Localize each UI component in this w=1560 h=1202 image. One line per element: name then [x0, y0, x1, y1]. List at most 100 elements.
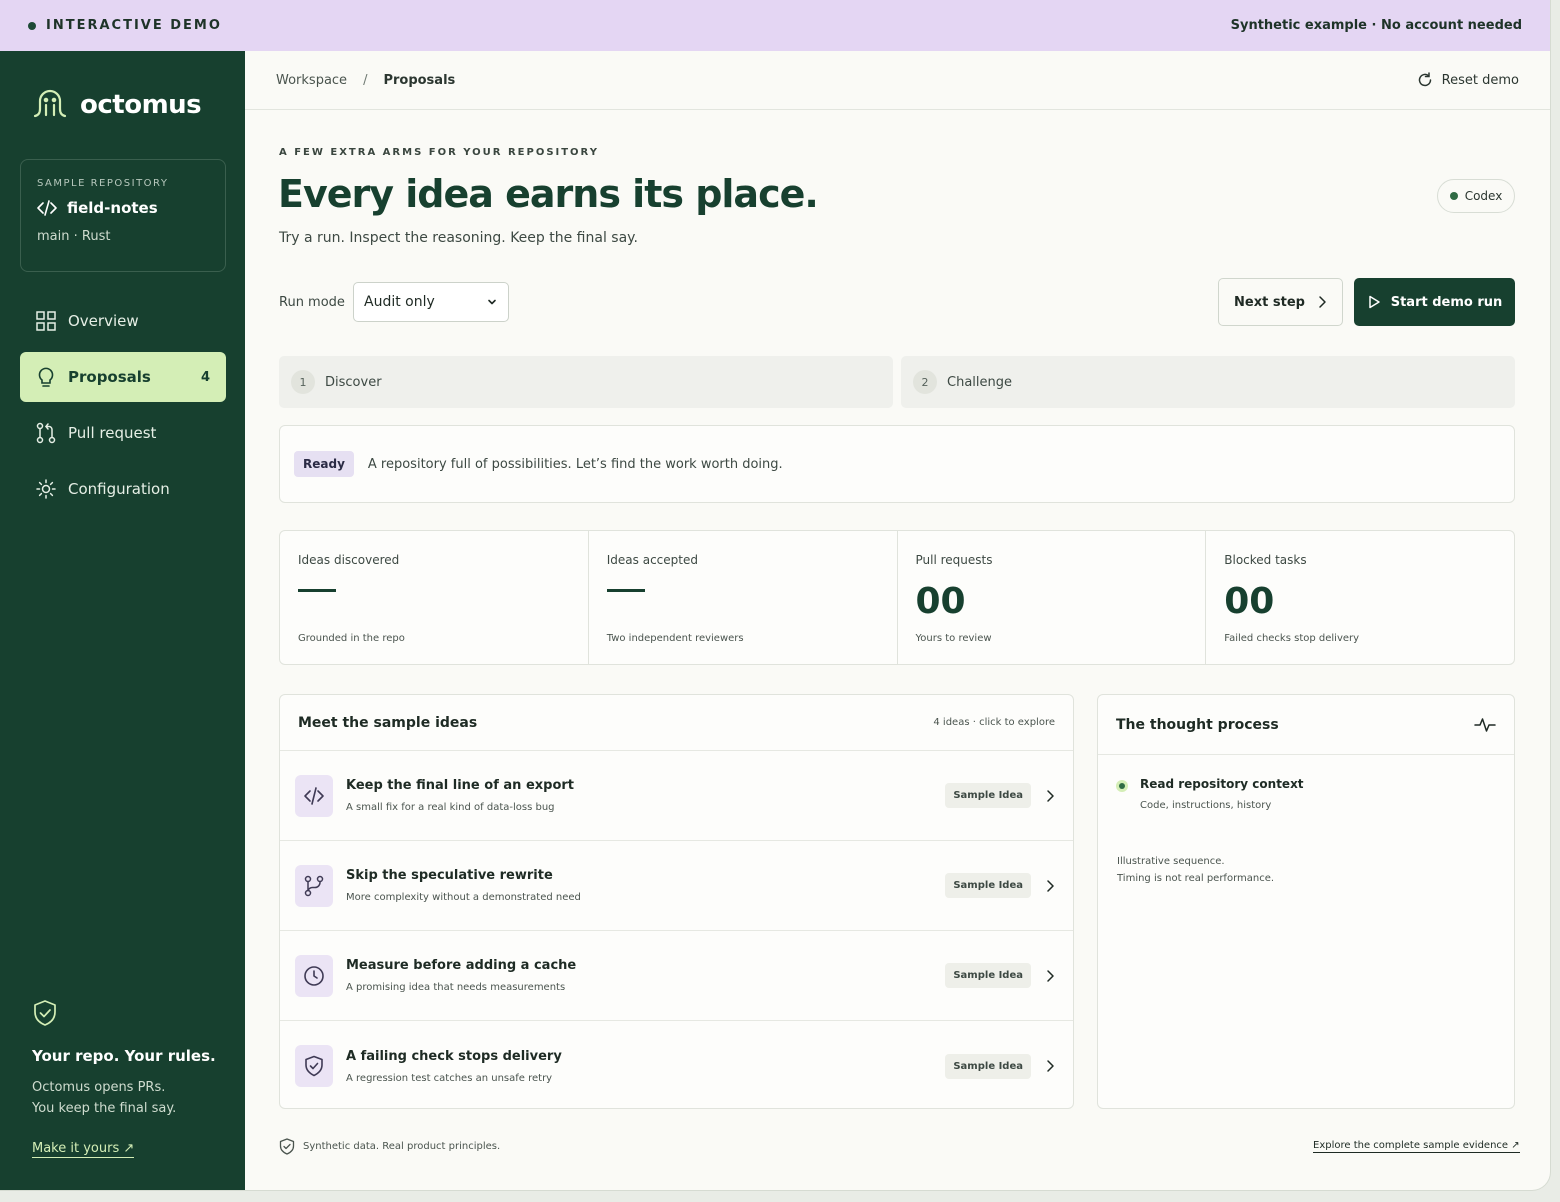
idea-title: Keep the final line of an export — [346, 778, 575, 793]
run-mode-value: Audit only — [364, 294, 435, 310]
explore-evidence-link[interactable]: Explore the complete sample evidence ↗ — [1313, 1140, 1520, 1153]
idea-row[interactable]: Keep the final line of an export A small… — [280, 751, 1073, 841]
sample-ideas-panel: Meet the sample ideas 4 ideas · click to… — [279, 694, 1074, 1109]
next-step-label: Next step — [1234, 294, 1305, 310]
banner-title: INTERACTIVE DEMO — [46, 18, 222, 33]
thought-step: Read repository context Code, instructio… — [1098, 755, 1514, 811]
breadcrumb-workspace[interactable]: Workspace — [276, 73, 347, 88]
thought-step-dot — [1116, 780, 1128, 792]
refresh-icon — [1418, 72, 1431, 87]
play-icon — [1368, 295, 1380, 309]
reset-demo-label: Reset demo — [1441, 72, 1519, 88]
thought-note: Illustrative sequence. Timing is not rea… — [1098, 811, 1514, 887]
status-dot — [28, 21, 36, 30]
ideas-title: Meet the sample ideas — [298, 714, 478, 731]
agent-badge[interactable]: Codex — [1437, 179, 1515, 213]
step-discover[interactable]: 1 Discover — [279, 356, 893, 408]
topbar: Workspace / Proposals Reset demo — [245, 51, 1550, 110]
step-label: Challenge — [947, 374, 1012, 390]
thought-step-title: Read repository context — [1140, 777, 1304, 791]
chevron-right-icon — [1319, 296, 1326, 308]
stat-empty-dash — [298, 589, 336, 592]
sidebar-item-label: Pull request — [68, 424, 157, 442]
sidebar-footer: Your repo. Your rules. Octomus opens PRs… — [32, 999, 222, 1158]
sidebar-item-proposals[interactable]: Proposals 4 — [20, 352, 226, 402]
shield-check-icon — [34, 1000, 56, 1026]
chevron-right-icon — [1047, 879, 1054, 892]
logo-text: octomus — [80, 90, 202, 120]
status-badge: Ready — [294, 451, 354, 477]
logo[interactable]: octomus — [32, 89, 202, 121]
thought-process-panel: The thought process Read repository cont… — [1097, 694, 1515, 1109]
chevron-right-icon — [1047, 1060, 1054, 1072]
idea-title: Skip the speculative rewrite — [346, 868, 553, 883]
stat-label: Ideas discovered — [298, 553, 400, 567]
sidebar-item-pull-request[interactable]: Pull request — [20, 408, 226, 458]
start-demo-run-label: Start demo run — [1390, 294, 1503, 310]
hero-kicker: A FEW EXTRA ARMS FOR YOUR REPOSITORY — [279, 147, 599, 158]
thought-note-line2: Timing is not real performance. — [1117, 873, 1275, 884]
repo-card[interactable]: SAMPLE REPOSITORY field-notes main · Rus… — [20, 159, 226, 272]
repo-meta: main · Rust — [37, 229, 111, 244]
run-mode-select[interactable]: Audit only — [353, 282, 509, 322]
start-demo-run-button[interactable]: Start demo run — [1354, 278, 1515, 326]
gear-icon — [36, 479, 56, 499]
idea-row[interactable]: Measure before adding a cache A promisin… — [280, 931, 1073, 1021]
stat-blocked-tasks: Blocked tasks 00 Failed checks stop deli… — [1206, 531, 1514, 664]
demo-banner: INTERACTIVE DEMO Synthetic example · No … — [0, 0, 1550, 51]
branch-icon — [304, 875, 324, 896]
proposals-count-badge: 4 — [200, 369, 210, 385]
banner-note: Synthetic example · No account needed — [1230, 18, 1522, 33]
chevron-right-icon — [1047, 789, 1054, 802]
idea-tag: Sample Idea — [945, 1053, 1031, 1079]
page-subtitle: Try a run. Inspect the reasoning. Keep t… — [279, 230, 638, 246]
stat-empty-dash — [606, 589, 645, 592]
idea-subtitle: More complexity without a demonstrated n… — [346, 892, 581, 903]
step-challenge[interactable]: 2 Challenge — [901, 356, 1515, 408]
reset-demo-button[interactable]: Reset demo — [1417, 72, 1519, 88]
pull-request-icon — [36, 422, 56, 444]
thought-step-sub: Code, instructions, history — [1140, 800, 1272, 811]
stat-value: 00 — [915, 581, 966, 622]
sidebar-nav: Overview Proposals 4 Pull request Config… — [20, 296, 226, 520]
sidebar-item-label: Overview — [68, 312, 139, 330]
idea-subtitle: A promising idea that needs measurements — [346, 982, 566, 993]
clock-icon — [304, 965, 324, 986]
idea-tag: Sample Idea — [945, 873, 1031, 898]
sidebar-footer-line2: You keep the final say. — [32, 1101, 177, 1116]
sidebar-item-label: Configuration — [68, 480, 170, 498]
idea-tag: Sample Idea — [945, 963, 1031, 988]
app-frame: INTERACTIVE DEMO Synthetic example · No … — [0, 0, 1550, 1190]
idea-row[interactable]: Skip the speculative rewrite More comple… — [280, 841, 1073, 931]
stat-value: 00 — [1224, 581, 1275, 622]
status-panel: Ready A repository full of possibilities… — [279, 425, 1515, 503]
sidebar-item-configuration[interactable]: Configuration — [20, 464, 226, 514]
lightbulb-icon — [38, 367, 54, 387]
sidebar-item-overview[interactable]: Overview — [20, 296, 226, 346]
shield-check-icon — [279, 1138, 295, 1155]
breadcrumb-current: Proposals — [383, 72, 456, 88]
page-title: Every idea earns its place. — [278, 172, 819, 216]
code-icon — [37, 200, 57, 216]
stat-label: Ideas accepted — [606, 553, 698, 567]
run-mode-label: Run mode — [279, 295, 345, 310]
step-label: Discover — [325, 374, 382, 390]
stats-panel: Ideas discovered Grounded in the repo Id… — [279, 530, 1515, 665]
sidebar-footer-line1: Octomus opens PRs. — [32, 1080, 166, 1095]
make-it-yours-link[interactable]: Make it yours ↗ — [32, 1141, 135, 1158]
step-number: 2 — [913, 370, 937, 394]
stat-sub: Grounded in the repo — [298, 633, 405, 644]
ideas-meta: 4 ideas · click to explore — [933, 717, 1055, 728]
next-step-button[interactable]: Next step — [1218, 278, 1343, 326]
thought-note-line1: Illustrative sequence. — [1117, 856, 1225, 867]
footer-note-text: Synthetic data. Real product principles. — [303, 1141, 501, 1152]
idea-subtitle: A regression test catches an unsafe retr… — [346, 1072, 553, 1084]
chevron-right-icon — [1047, 969, 1054, 982]
grid-icon — [36, 311, 56, 331]
stat-pull-requests: Pull requests 00 Yours to review — [898, 531, 1207, 664]
sidebar: octomus SAMPLE REPOSITORY field-notes ma… — [0, 51, 245, 1190]
sidebar-item-label: Proposals — [68, 368, 151, 386]
breadcrumb-separator: / — [363, 72, 368, 88]
idea-row[interactable]: A failing check stops delivery A regress… — [280, 1021, 1073, 1108]
code-icon — [304, 786, 324, 805]
